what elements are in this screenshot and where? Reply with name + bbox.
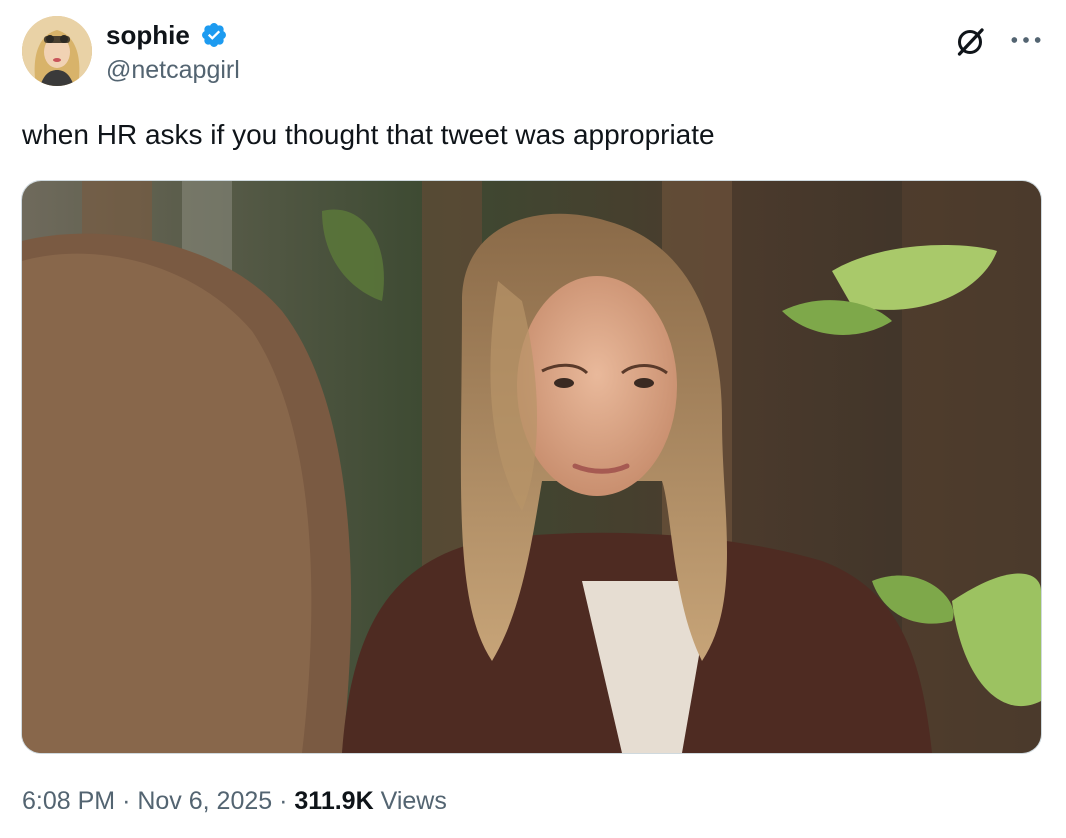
attached-photo xyxy=(22,181,1041,753)
meta-separator: · xyxy=(122,787,131,815)
profile-photo xyxy=(22,16,92,86)
meta-separator: · xyxy=(279,787,288,815)
tweet-media[interactable] xyxy=(21,180,1042,754)
more-options-icon[interactable] xyxy=(1006,20,1046,60)
tweet-date[interactable]: Nov 6, 2025 xyxy=(137,787,272,815)
tweet-meta: 6:08 PM · Nov 6, 2025 · 311.9K Views xyxy=(22,784,447,818)
views-label: Views xyxy=(380,787,447,815)
tweet-header: sophie @netcapgirl xyxy=(22,16,1046,90)
grok-icon[interactable] xyxy=(952,24,988,60)
author-names: sophie @netcapgirl xyxy=(106,18,240,86)
avatar[interactable] xyxy=(22,16,92,86)
tweet-text: when HR asks if you thought that tweet w… xyxy=(22,119,715,150)
verified-badge-icon[interactable] xyxy=(200,21,228,49)
tweet-time[interactable]: 6:08 PM xyxy=(22,787,115,815)
display-name[interactable]: sophie xyxy=(106,18,190,52)
handle[interactable]: @netcapgirl xyxy=(106,54,240,86)
views-count[interactable]: 311.9K xyxy=(294,787,373,815)
